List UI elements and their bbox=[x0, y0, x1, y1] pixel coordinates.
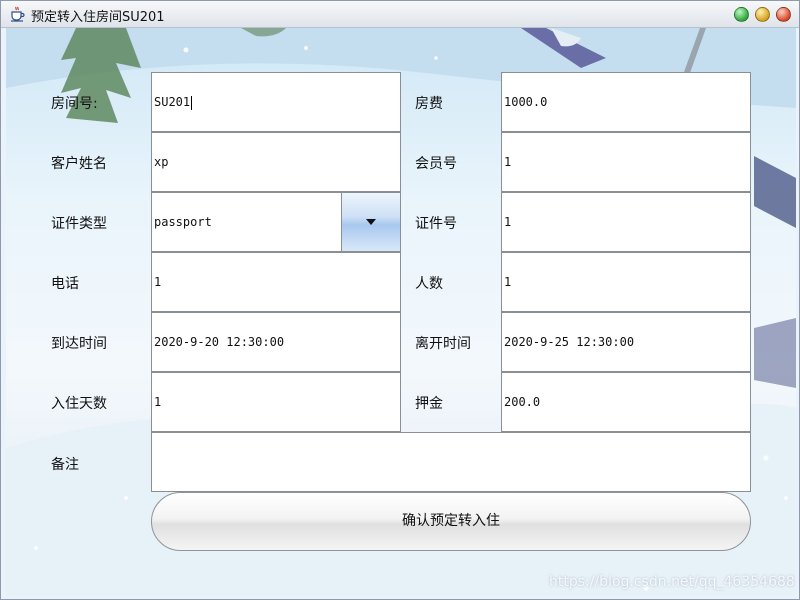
remarks-input[interactable] bbox=[151, 432, 751, 492]
minimize-button[interactable] bbox=[734, 7, 749, 22]
app-window: 预定转入住房间SU201 房间号: SU201 房费 1000.0 客户姓名 x… bbox=[0, 0, 800, 600]
confirm-checkin-button[interactable]: 确认预定转入住 bbox=[151, 492, 751, 551]
id-no-label: 证件号 bbox=[415, 216, 457, 232]
room-no-label: 房间号: bbox=[51, 96, 98, 112]
room-no-input[interactable]: SU201 bbox=[151, 72, 401, 132]
room-no-value: SU201 bbox=[154, 95, 191, 109]
dropdown-button[interactable] bbox=[341, 193, 400, 251]
id-no-input[interactable]: 1 bbox=[501, 192, 751, 252]
caret-down-icon bbox=[366, 219, 376, 225]
close-button[interactable] bbox=[776, 7, 791, 22]
watermark-text: https://blog.csdn.net/qq_46354688 bbox=[549, 574, 795, 590]
customer-name-input[interactable]: xp bbox=[151, 132, 401, 192]
departure-time-label: 离开时间 bbox=[415, 336, 471, 352]
member-no-label: 会员号 bbox=[415, 156, 457, 172]
id-type-value: passport bbox=[154, 215, 212, 229]
id-type-select[interactable]: passport bbox=[151, 192, 401, 252]
stay-days-input[interactable]: 1 bbox=[151, 372, 401, 432]
room-fee-label: 房费 bbox=[415, 96, 443, 112]
text-cursor bbox=[191, 95, 193, 110]
room-fee-input[interactable]: 1000.0 bbox=[501, 72, 751, 132]
phone-input[interactable]: 1 bbox=[151, 252, 401, 312]
phone-label: 电话 bbox=[51, 276, 79, 292]
deposit-label: 押金 bbox=[415, 396, 443, 412]
form-panel: 房间号: SU201 房费 1000.0 客户姓名 xp 会员号 1 证件类型 … bbox=[6, 28, 796, 596]
people-count-input[interactable]: 1 bbox=[501, 252, 751, 312]
customer-name-label: 客户姓名 bbox=[51, 156, 107, 172]
deposit-input[interactable]: 200.0 bbox=[501, 372, 751, 432]
title-bar[interactable]: 预定转入住房间SU201 bbox=[1, 1, 799, 28]
window-title: 预定转入住房间SU201 bbox=[31, 10, 165, 25]
arrival-time-label: 到达时间 bbox=[51, 336, 107, 352]
remarks-label: 备注 bbox=[51, 457, 79, 473]
people-count-label: 人数 bbox=[415, 276, 443, 292]
departure-time-input[interactable]: 2020-9-25 12:30:00 bbox=[501, 312, 751, 372]
id-type-label: 证件类型 bbox=[51, 216, 107, 232]
member-no-input[interactable]: 1 bbox=[501, 132, 751, 192]
java-coffee-icon bbox=[9, 6, 25, 22]
stay-days-label: 入住天数 bbox=[51, 396, 107, 412]
arrival-time-input[interactable]: 2020-9-20 12:30:00 bbox=[151, 312, 401, 372]
maximize-button[interactable] bbox=[755, 7, 770, 22]
